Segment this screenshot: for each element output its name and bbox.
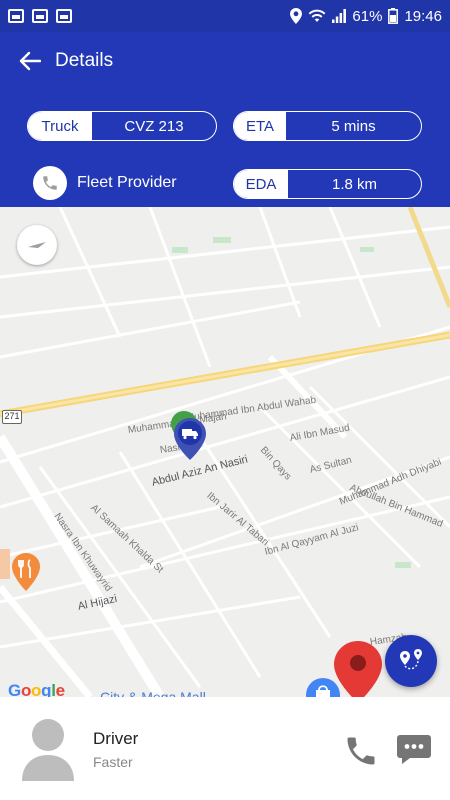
driver-name: Driver — [93, 729, 139, 748]
truck-label: Truck — [28, 112, 92, 140]
truck-marker-icon[interactable] — [174, 418, 206, 460]
app-bar: Details — [0, 32, 450, 90]
location-icon — [290, 8, 303, 24]
delivery-details-panel: Truck CVZ 213 ETA 5 mins Fleet Provider … — [0, 90, 450, 207]
driver-avatar — [22, 719, 74, 781]
signal-icon — [332, 9, 347, 23]
route-map-icon — [400, 649, 422, 670]
mall-label: City & Mega Mall — [100, 689, 206, 697]
eda-label: EDA — [234, 170, 288, 198]
fleet-provider: Fleet Provider — [33, 166, 177, 200]
map-view[interactable]: 271 Muhammad Ibn Majah Muhammad Ibn Abdu… — [0, 207, 450, 697]
map-roads — [0, 207, 450, 697]
eda-pill: EDA 1.8 km — [233, 169, 422, 199]
call-driver-button[interactable] — [343, 733, 379, 769]
page-title: Details — [55, 50, 114, 71]
call-provider-button[interactable] — [33, 166, 67, 200]
compass-button[interactable] — [17, 225, 57, 265]
eta-label: ETA — [234, 112, 286, 140]
eta-pill: ETA 5 mins — [233, 111, 422, 141]
google-letter: g — [41, 681, 52, 697]
notification-icons — [8, 9, 72, 23]
google-logo: Google — [8, 681, 65, 697]
eda-value: 1.8 km — [331, 175, 377, 193]
route-fab-button[interactable] — [385, 635, 437, 687]
google-letter: o — [20, 681, 32, 697]
restaurant-poi-icon[interactable] — [12, 553, 40, 591]
status-bar: 61% 19:46 — [0, 0, 450, 32]
compass-icon — [28, 242, 46, 248]
phone-icon — [43, 176, 57, 190]
chat-driver-button[interactable] — [396, 733, 432, 765]
google-letter: e — [55, 681, 65, 697]
image-notification-icon-2 — [56, 9, 72, 23]
shopping-poi-icon[interactable] — [306, 678, 340, 697]
fleet-provider-label: Fleet Provider — [77, 174, 177, 191]
truck-value: CVZ 213 — [124, 117, 184, 135]
driver-subtitle: Faster — [93, 754, 133, 770]
gallery-notification-icon — [8, 9, 24, 23]
back-button[interactable] — [10, 41, 50, 81]
google-letter: G — [8, 681, 21, 697]
driver-panel: Driver Faster — [0, 697, 450, 800]
eta-value: 5 mins — [331, 117, 376, 135]
route-badge: 271 — [2, 410, 22, 424]
battery-percent: 61% — [352, 7, 383, 25]
battery-icon — [388, 8, 399, 24]
clock: 19:46 — [404, 7, 442, 25]
google-letter: o — [31, 681, 42, 697]
image-notification-icon — [32, 9, 48, 23]
truck-pill: Truck CVZ 213 — [27, 111, 217, 141]
back-arrow-icon — [19, 51, 41, 71]
destination-pin-icon[interactable] — [334, 641, 382, 697]
wifi-icon — [309, 9, 326, 22]
